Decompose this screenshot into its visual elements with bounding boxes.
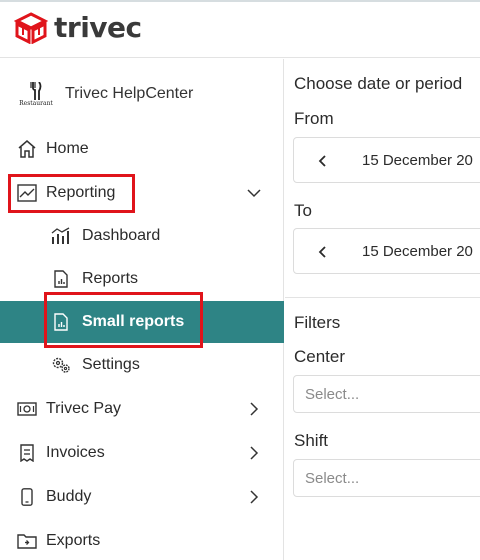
sidebar-item-dashboard[interactable]: Dashboard	[0, 216, 284, 256]
to-date-value: 15 December 20	[362, 243, 473, 260]
chevron-right-icon[interactable]	[246, 445, 262, 461]
center-select[interactable]: Select...	[293, 375, 480, 413]
home-icon	[18, 140, 36, 158]
sidebar-item-label: Home	[46, 140, 89, 157]
sidebar-item-label: Dashboard	[82, 227, 161, 244]
highlight-box-small-reports	[44, 292, 203, 348]
cash-icon	[17, 402, 37, 416]
shift-label: Shift	[294, 431, 329, 450]
fork-knife-icon	[30, 81, 42, 100]
dashboard-icon	[51, 227, 70, 244]
phone-icon	[21, 488, 33, 506]
shift-select[interactable]: Select...	[293, 459, 480, 497]
sidebar-item-label: Buddy	[46, 488, 92, 505]
top-bar: trivec	[0, 0, 480, 58]
trivec-logo[interactable]: trivec	[14, 11, 142, 44]
period-title: Choose date or period	[294, 74, 463, 93]
org-avatar: Restaurant	[16, 75, 56, 113]
invoice-icon	[20, 444, 34, 462]
trivec-cube-icon	[14, 11, 48, 44]
main-panel: Choose date or period From 15 December 2…	[285, 59, 480, 560]
sidebar-item-exports[interactable]: Exports	[0, 521, 284, 560]
shift-select-placeholder: Select...	[305, 470, 360, 487]
chevron-left-icon[interactable]	[318, 246, 328, 258]
sidebar-item-home[interactable]: Home	[0, 129, 284, 169]
center-select-placeholder: Select...	[305, 386, 360, 403]
center-label: Center	[294, 347, 346, 366]
to-label: To	[294, 201, 312, 220]
top-accent-line	[0, 0, 480, 2]
from-date-value: 15 December 20	[362, 152, 473, 169]
org-header[interactable]: Restaurant Trivec HelpCenter	[16, 75, 193, 113]
chevron-right-icon[interactable]	[246, 401, 262, 417]
sidebar-item-label: Invoices	[46, 444, 105, 461]
report-doc-icon	[54, 270, 68, 288]
sidebar-item-trivec-pay[interactable]: Trivec Pay	[0, 389, 284, 429]
chevron-right-icon[interactable]	[246, 489, 262, 505]
sidebar-item-label: Exports	[46, 532, 101, 549]
gears-icon	[52, 357, 70, 373]
brand-name: trivec	[54, 11, 142, 44]
sidebar-item-label: Reports	[82, 270, 139, 287]
org-name: Trivec HelpCenter	[65, 85, 194, 102]
sidebar-item-label: Settings	[82, 356, 140, 373]
export-folder-icon	[17, 534, 37, 549]
from-date-picker[interactable]: 15 December 20	[293, 137, 480, 183]
from-label: From	[294, 109, 334, 128]
chevron-left-icon[interactable]	[318, 155, 328, 167]
org-avatar-text: Restaurant	[19, 99, 53, 107]
highlight-box-reporting	[8, 174, 135, 213]
sidebar-item-invoices[interactable]: Invoices	[0, 433, 284, 473]
sidebar-item-label: Trivec Pay	[46, 400, 121, 417]
filters-title: Filters	[294, 313, 341, 332]
section-divider	[285, 297, 480, 298]
to-date-picker[interactable]: 15 December 20	[293, 228, 480, 274]
sidebar-item-settings[interactable]: Settings	[0, 345, 284, 385]
chevron-down-icon[interactable]	[246, 185, 262, 201]
sidebar-item-buddy[interactable]: Buddy	[0, 477, 284, 517]
